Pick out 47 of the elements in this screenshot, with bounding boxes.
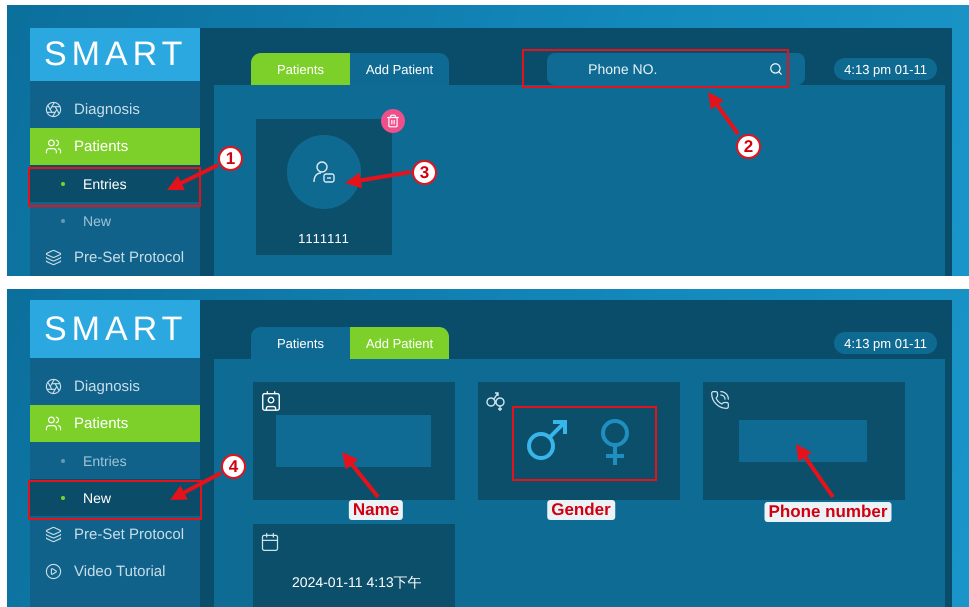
annotation-arrow <box>170 471 222 500</box>
phone-input-field[interactable] <box>739 420 867 462</box>
trash-icon <box>386 114 400 128</box>
annotation-arrow <box>708 92 740 136</box>
clock: 4:13 pm 01-11 <box>834 58 937 80</box>
female-symbol-icon[interactable] <box>599 418 631 466</box>
id-card-icon <box>260 390 282 412</box>
search-field[interactable]: Phone NO. <box>547 53 806 85</box>
nav-icon <box>45 249 62 266</box>
nav-subitem[interactable]: Entries <box>30 442 200 479</box>
nav-icon <box>45 563 62 580</box>
gender-symbols-icon <box>485 390 507 412</box>
nav-icon <box>45 526 62 543</box>
nav-icon <box>45 378 62 395</box>
delete-button[interactable] <box>381 109 405 133</box>
nav-icon <box>45 101 62 118</box>
male-symbol-icon[interactable] <box>525 418 569 462</box>
tab[interactable]: Add Patient <box>350 53 449 85</box>
patient-card[interactable]: 1111111 <box>256 119 392 255</box>
patient-id: 1111111 <box>298 231 350 246</box>
calendar-icon <box>260 532 280 552</box>
nav-item[interactable]: Diagnosis <box>30 368 200 405</box>
phone-icon <box>710 390 730 410</box>
annotation-label: Name <box>348 500 404 520</box>
nav-icon <box>45 138 62 155</box>
date-value: 2024-01-11 4:13下午 <box>292 574 423 592</box>
annotation-arrow <box>342 452 380 498</box>
nav-icon <box>45 415 62 432</box>
nav-item[interactable]: Video Tutorial <box>30 553 200 590</box>
annotation-label: Phone number <box>764 502 892 522</box>
nav-item[interactable]: Pre-Set Protocol <box>30 516 200 553</box>
nav-subitem[interactable]: Entries <box>30 165 200 202</box>
clock: 4:13 pm 01-11 <box>834 332 937 354</box>
search-icon <box>769 62 784 76</box>
logo: SMART <box>44 35 188 74</box>
annotation-arrow <box>345 170 412 188</box>
name-input-field[interactable] <box>276 415 431 467</box>
annotation-arrow <box>796 444 835 498</box>
annotation-arrow <box>167 163 219 190</box>
user-file-icon <box>311 159 337 185</box>
nav-subitem[interactable]: New <box>30 202 200 239</box>
tab[interactable]: Patients <box>251 327 350 359</box>
logo: SMART <box>44 310 188 348</box>
nav-item[interactable]: Diagnosis <box>30 91 200 128</box>
nav-subitem[interactable]: New <box>30 479 200 516</box>
annotation-label: Gender <box>547 500 615 520</box>
nav-item[interactable]: Pre-Set Protocol <box>30 239 200 276</box>
